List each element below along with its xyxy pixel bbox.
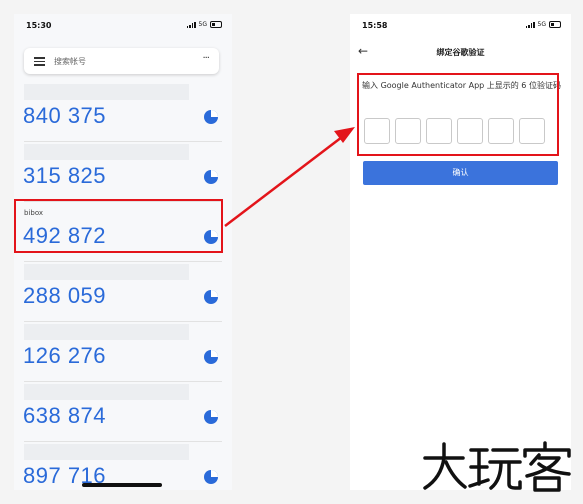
watermark-logo <box>423 441 571 492</box>
annotation-arrow-icon <box>224 127 355 227</box>
